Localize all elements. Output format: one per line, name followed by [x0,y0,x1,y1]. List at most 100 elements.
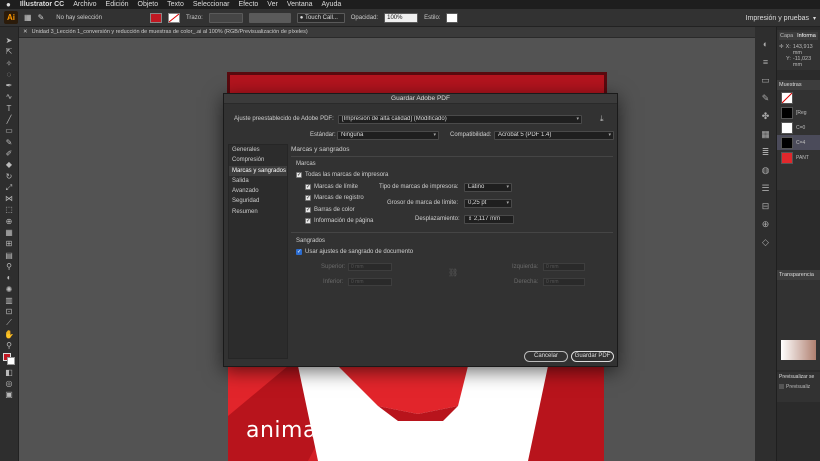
align-panel-icon[interactable]: ⊟ [761,201,771,211]
workspace-switcher[interactable]: Impresión y pruebas ▾ [706,11,816,25]
preview-title[interactable]: Previsualizar se [779,374,818,380]
save-preset-icon[interactable]: ⤓ [600,114,604,124]
menu-seleccionar[interactable]: Seleccionar [193,1,230,8]
pathfinder-panel-icon[interactable]: ◇ [761,237,771,247]
info-tab[interactable]: Informa [797,33,816,39]
menu-objeto[interactable]: Objeto [138,1,159,8]
menu-efecto[interactable]: Efecto [238,1,258,8]
blend-tool-icon[interactable]: ◐ [4,274,14,282]
shaper-tool-icon[interactable]: ✐ [4,149,14,158]
document-tab[interactable]: ✕ Unidad 3_Lección 1_conversión y reducc… [19,27,755,38]
all-marks-checkbox[interactable]: ✓ [296,172,302,178]
page-info-checkbox[interactable]: ✓ [305,218,311,224]
color-panel-icon[interactable]: ◐ [761,39,771,49]
trim-marks-checkbox[interactable]: ✓ [305,184,311,190]
reg-marks-checkbox[interactable]: ✓ [305,195,311,201]
cancel-button[interactable]: Cancelar [524,351,568,362]
eraser-icon[interactable]: ◆ [4,161,14,169]
swatches-title[interactable]: Muestras [777,80,820,90]
draw-mode-icon[interactable]: ◎ [4,379,14,388]
stroke-weight-field[interactable] [208,12,243,23]
preset-select[interactable]: [Impresión de alta calidad] (Modificado)… [338,115,582,124]
menu-ventana[interactable]: Ventana [287,1,313,8]
color-mode-icon[interactable]: ◧ [4,368,14,377]
color-bars-checkbox[interactable]: ✓ [305,207,311,213]
swatch-none[interactable] [777,90,820,105]
curvature-tool-icon[interactable]: ∿ [4,93,14,101]
symbol-sprayer-icon[interactable]: ✺ [4,285,14,294]
swatch-registration[interactable]: [Reg [777,105,820,120]
graphic-styles-icon[interactable]: ▦ [761,129,771,139]
gradient-tool-icon[interactable]: ▤ [4,251,14,260]
nav-compresion[interactable]: Compresión [229,155,287,165]
transparency-title[interactable]: Transparencia [777,270,820,280]
transform-panel-icon[interactable]: ⊕ [761,219,771,229]
bottom-bleed-field[interactable]: 0 mm [348,278,392,286]
artboards-panel-icon[interactable]: ▭ [761,75,771,85]
stroke-panel-icon[interactable]: ≣ [761,147,771,157]
save-pdf-button[interactable]: Guardar PDF [571,351,614,362]
rectangle-tool-icon[interactable]: ▭ [4,127,14,135]
right-bleed-field[interactable]: 0 mm [543,278,585,286]
offset-field[interactable]: ⇕ 2,117 mm [464,215,514,224]
brush-field[interactable]: ● Touch Call... [296,12,345,23]
screen-mode-icon[interactable]: ▣ [4,391,14,399]
trim-weight-select[interactable]: 0,25 pt ▾ [464,199,512,208]
paintbrush-icon[interactable]: ✎ [4,138,14,147]
magic-wand-icon[interactable]: ✧ [4,59,14,68]
hand-tool-icon[interactable]: ✋ [4,330,14,339]
preview-checkbox[interactable] [779,384,784,389]
free-transform-icon[interactable]: ⬚ [4,206,14,214]
opacity-field[interactable]: 100% [384,12,419,23]
standard-select[interactable]: Ninguna ▾ [337,131,439,140]
nav-resumen[interactable]: Resumen [229,207,287,217]
scale-tool-icon[interactable]: ⤢ [4,183,14,192]
selection-tool-icon[interactable]: ➤ [4,37,14,45]
close-icon[interactable]: ✕ [23,29,28,35]
width-tool-icon[interactable]: ⋈ [4,195,14,203]
menu-texto[interactable]: Texto [167,1,184,8]
shape-builder-icon[interactable]: ⊕ [4,217,14,226]
nav-seguridad[interactable]: Seguridad [229,196,287,206]
layers-tab[interactable]: Capa [780,33,793,39]
rotate-tool-icon[interactable]: ↻ [4,172,14,181]
nav-avanzado[interactable]: Avanzado [229,186,287,196]
marks-type-select[interactable]: Latino ▾ [464,183,512,192]
nav-salida[interactable]: Salida [229,176,287,186]
layers-panel-icon[interactable]: ≡ [761,57,771,67]
swatch-pantone[interactable]: PANT [777,150,820,165]
top-bleed-field[interactable]: 0 mm [348,263,392,271]
graph-tool-icon[interactable]: ▥ [4,296,14,305]
eyedropper-icon[interactable]: ⚲ [4,262,14,271]
stepper-icon[interactable]: ⇕ [468,216,472,222]
symbols-panel-icon[interactable]: ✤ [761,111,771,121]
stroke-swatch[interactable] [167,12,180,23]
use-doc-bleed-checkbox[interactable]: ✓ [296,249,302,255]
nav-generales[interactable]: Generales [229,145,287,155]
brush-icon[interactable]: ✎ [38,13,45,22]
link-icon[interactable]: ⛓ [448,268,458,277]
gradient-panel-icon[interactable]: ◍ [761,165,771,175]
menu-ver[interactable]: Ver [267,1,278,8]
menu-archivo[interactable]: Archivo [73,1,96,8]
swatch-white[interactable]: C=0 [777,120,820,135]
grid-icon[interactable]: ▦ [24,13,32,22]
nav-marcas-y-sangrados[interactable]: Marcas y sangrados [229,165,287,176]
style-field[interactable] [446,12,459,23]
menu-ayuda[interactable]: Ayuda [322,1,342,8]
line-tool-icon[interactable]: ╱ [4,116,14,124]
mesh-tool-icon[interactable]: ⊞ [4,240,14,248]
appearance-panel-icon[interactable]: ☰ [761,183,771,193]
zoom-tool-icon[interactable]: ⚲ [4,342,14,350]
fill-stroke-icon[interactable] [3,353,15,366]
type-tool-icon[interactable]: T [4,104,14,113]
compat-select[interactable]: Acrobat 5 (PDF 1.4) ▾ [494,131,614,140]
fill-swatch[interactable] [149,12,162,23]
pen-tool-icon[interactable]: ✒ [4,82,14,90]
app-menu[interactable]: Illustrator CC [20,1,64,8]
lasso-icon[interactable]: ◌ [4,70,14,79]
variable-width-field[interactable] [248,12,291,23]
artboard-tool-icon[interactable]: ⊡ [4,308,14,316]
left-bleed-field[interactable]: 0 mm [543,263,585,271]
apple-icon[interactable]: ● [6,0,11,9]
